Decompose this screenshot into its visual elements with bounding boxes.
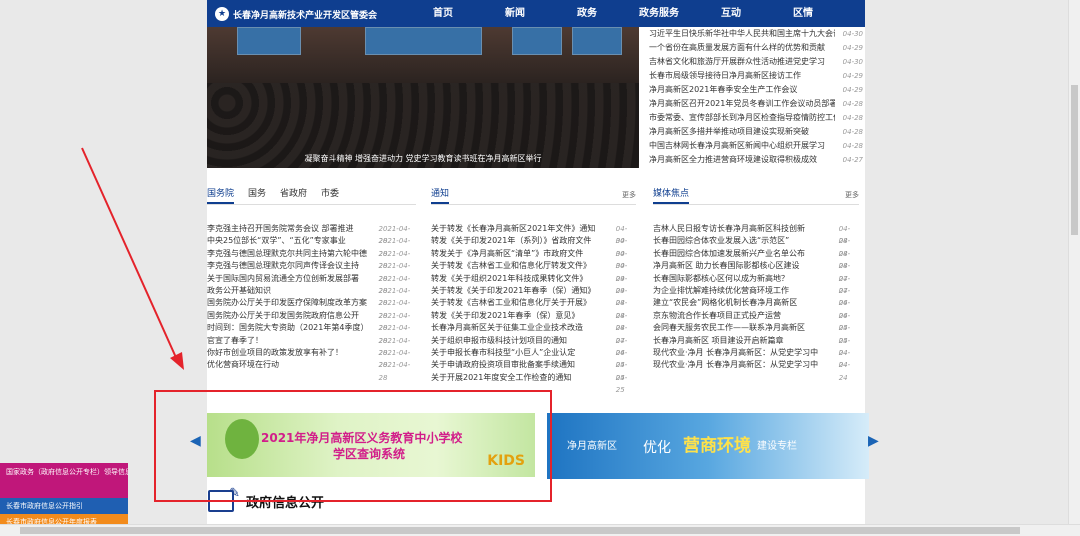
side-link-gov-disclosure[interactable]: 国家政务（政府信息公开专栏）领导信息公开 — [0, 463, 128, 498]
horizontal-scrollbar[interactable] — [0, 524, 1080, 536]
side-link-city-guide[interactable]: 长春市政府信息公开指引 — [0, 498, 128, 514]
side-link-panel: 国家政务（政府信息公开专栏）领导信息公开 长春市政府信息公开指引 长春市政府信息… — [0, 463, 128, 530]
vertical-scrollbar[interactable] — [1068, 0, 1080, 525]
annotation-arrow-icon — [81, 147, 184, 370]
scrollbar-thumb[interactable] — [1071, 85, 1078, 235]
scrollbar-thumb[interactable] — [20, 527, 1020, 534]
